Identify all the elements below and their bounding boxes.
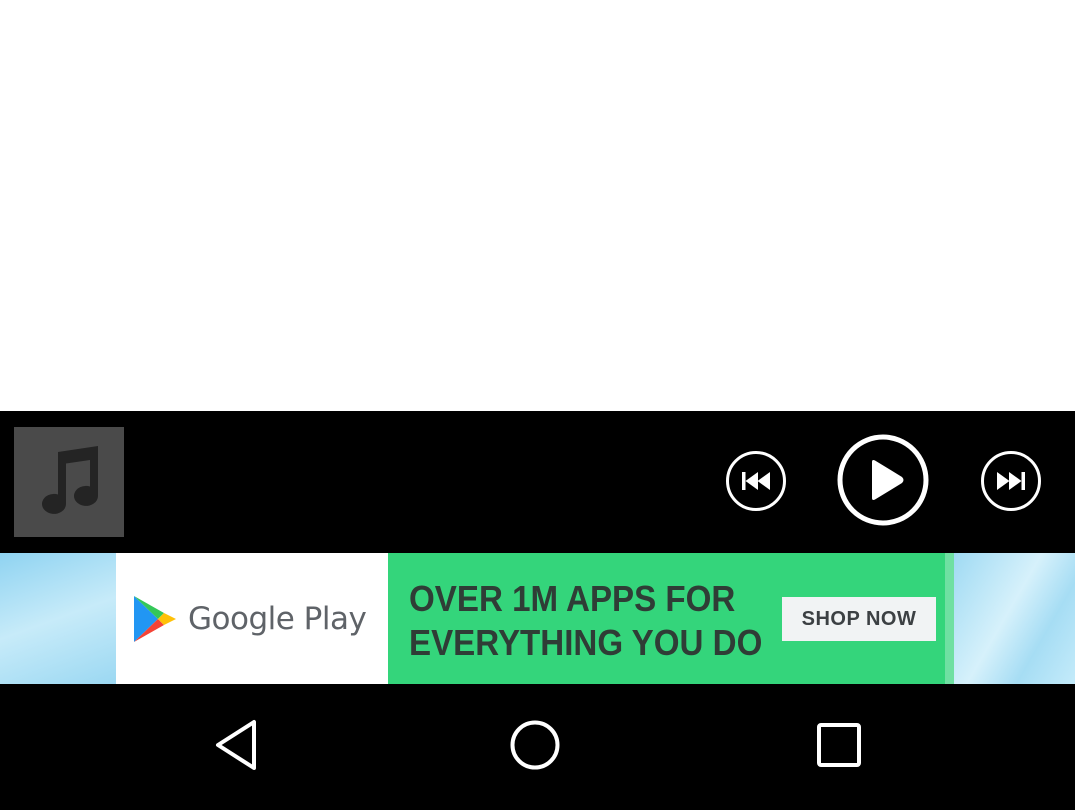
skip-next-icon	[979, 449, 1043, 513]
ad-headline-panel: OVER 1M APPS FOR EVERYTHING YOU DO SHOP …	[388, 553, 945, 684]
next-track-button[interactable]	[979, 449, 1043, 513]
music-note-icon	[36, 444, 102, 521]
nav-home-button[interactable]	[500, 712, 570, 782]
nav-recents-button[interactable]	[804, 712, 874, 782]
shop-now-button[interactable]: SHOP NOW	[782, 597, 936, 641]
skip-previous-icon	[724, 449, 788, 513]
play-icon	[836, 433, 930, 527]
google-play-brand-text: Google Play	[188, 600, 367, 637]
ad-banner[interactable]: Google Play OVER 1M APPS FOR EVERYTHING …	[0, 553, 1075, 684]
back-triangle-icon	[210, 718, 260, 777]
system-navigation-bar	[0, 684, 1075, 810]
ad-background-right	[954, 553, 1075, 684]
nav-back-button[interactable]	[200, 712, 270, 782]
album-art[interactable]	[14, 427, 124, 537]
google-play-logo-icon	[132, 594, 178, 644]
ad-headline-line-2: EVERYTHING YOU DO	[409, 622, 763, 663]
play-button[interactable]	[836, 433, 930, 527]
home-circle-icon	[508, 718, 562, 777]
recents-square-icon	[815, 721, 863, 774]
app-content-area	[0, 0, 1075, 411]
previous-track-button[interactable]	[724, 449, 788, 513]
ad-headline-line-1: OVER 1M APPS FOR	[409, 578, 736, 619]
google-play-panel: Google Play	[116, 553, 388, 684]
ad-panel-edge	[945, 553, 954, 684]
ad-background-left	[0, 553, 116, 684]
mini-player-bar	[0, 411, 1075, 553]
ad-headline: OVER 1M APPS FOR EVERYTHING YOU DO	[409, 577, 762, 665]
